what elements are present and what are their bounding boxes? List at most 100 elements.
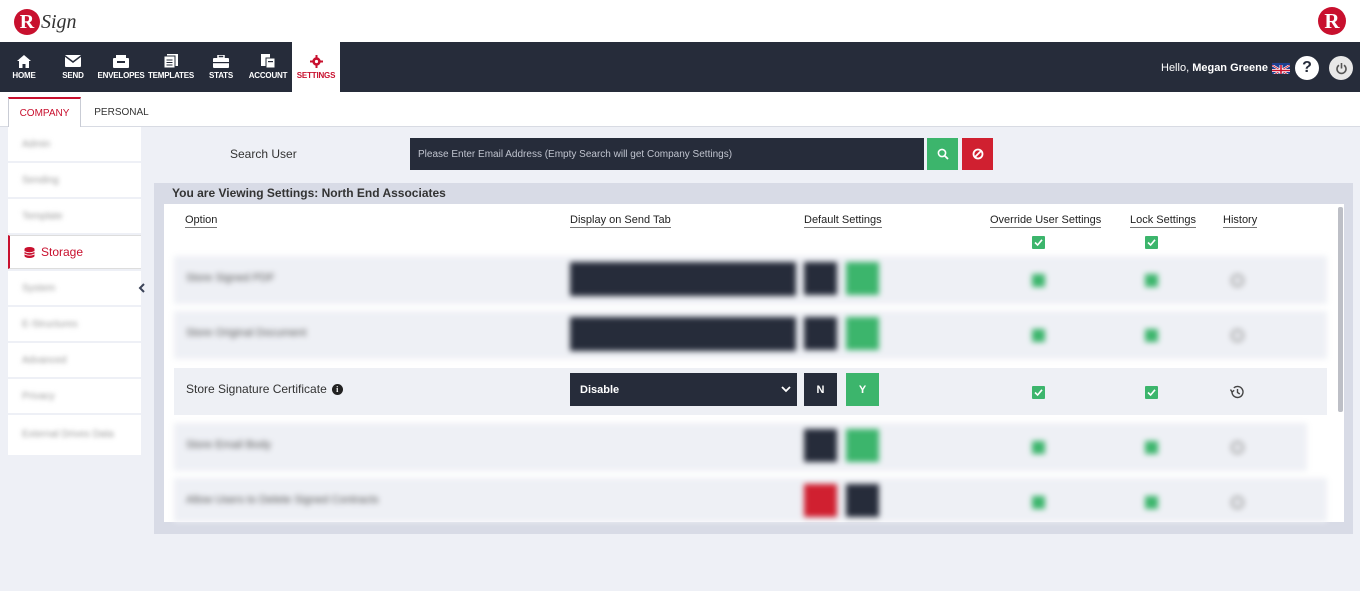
nav-stats-label: STATS [208, 71, 234, 80]
uk-flag-icon[interactable] [1272, 63, 1290, 74]
default-no-button[interactable] [804, 429, 837, 462]
override-all-checkbox[interactable] [1032, 236, 1045, 249]
nav-envelopes-label: ENVELOPES [97, 71, 145, 80]
default-yes-button[interactable] [846, 317, 879, 350]
sidebar-item-privacy[interactable]: Privacy [8, 379, 141, 413]
history-icon[interactable] [1229, 384, 1245, 405]
nav-stats[interactable]: STATS [206, 42, 236, 92]
nav-settings-label: SETTINGS [296, 71, 336, 80]
sidebar-item-label: External Drives Data [22, 429, 114, 440]
default-no-button[interactable] [804, 484, 837, 517]
override-checkbox[interactable] [1032, 441, 1045, 454]
nav-account[interactable]: ACCOUNT [247, 42, 289, 92]
rsign-logo[interactable]: R Sign [14, 6, 77, 38]
lock-checkbox[interactable] [1145, 496, 1158, 509]
company-logo: R [1318, 7, 1346, 35]
ban-icon [972, 148, 984, 160]
default-no-button[interactable]: N [804, 373, 837, 406]
settings-tabs: COMPANY PERSONAL [0, 92, 1360, 127]
column-default-settings: Default Settings [804, 214, 882, 228]
database-icon [24, 246, 35, 258]
option-label: Store Signature Certificate i [186, 382, 343, 396]
nav-envelopes[interactable]: ENVELOPES [97, 42, 145, 92]
lock-all-checkbox[interactable] [1145, 236, 1158, 249]
panel-title: You are Viewing Settings: North End Asso… [172, 186, 446, 200]
lock-checkbox[interactable] [1145, 329, 1158, 342]
table-row: Allow Users to Delete Signed Contracts [174, 478, 1327, 522]
sidebar-item-label: System [22, 282, 56, 294]
collapse-sidebar-icon[interactable] [138, 282, 146, 296]
nav-send[interactable]: SEND [58, 42, 88, 92]
default-yes-button[interactable] [846, 262, 879, 295]
sidebar-item-sending[interactable]: Sending [8, 163, 141, 197]
default-no-button[interactable] [804, 262, 837, 295]
lock-checkbox[interactable] [1145, 441, 1158, 454]
option-label: Store Signed PDF [186, 272, 275, 284]
display-dropdown[interactable] [570, 317, 796, 351]
display-dropdown[interactable] [570, 262, 796, 296]
override-checkbox[interactable] [1032, 329, 1045, 342]
display-on-send-tab-dropdown[interactable]: Disable [570, 373, 797, 406]
tab-company[interactable]: COMPANY [8, 97, 81, 127]
lock-checkbox[interactable] [1145, 274, 1158, 287]
main-navbar: HOME SEND ENVELOPES TEMPLATES STATS ACCO… [0, 42, 1360, 92]
sidebar-item-label: Storage [41, 245, 84, 259]
sidebar-item-external-drives[interactable]: External Drives Data [8, 415, 141, 455]
column-option: Option [185, 214, 218, 228]
clear-search-button[interactable] [962, 138, 993, 170]
table-row-store-signature-certificate: Store Signature Certificate i Disable N … [174, 368, 1327, 415]
search-email-input[interactable]: Please Enter Email Address (Empty Search… [410, 138, 924, 170]
sidebar-item-label: Sending [22, 174, 59, 186]
power-icon[interactable] [1329, 56, 1353, 80]
table-scrollbar[interactable] [1338, 207, 1343, 412]
nav-home[interactable]: HOME [8, 42, 40, 92]
sidebar-item-label: Advanced [22, 354, 67, 366]
search-user-label: Search User [230, 147, 297, 161]
override-user-settings-checkbox[interactable] [1032, 386, 1045, 399]
option-label: Store Original Document [186, 327, 307, 339]
dropdown-value: Disable [580, 383, 620, 396]
column-override-user-settings: Override User Settings [990, 214, 1102, 228]
search-button[interactable] [927, 138, 958, 170]
help-icon[interactable]: ? [1295, 56, 1319, 80]
nav-send-label: SEND [62, 71, 84, 80]
lock-settings-checkbox[interactable] [1145, 386, 1158, 399]
option-label-text: Store Signature Certificate [186, 382, 327, 396]
history-icon[interactable] [1231, 329, 1244, 342]
sidebar-item-storage[interactable]: Storage [8, 235, 141, 269]
default-yes-button[interactable]: Y [846, 373, 879, 406]
logo-bar: R Sign R [0, 0, 1360, 42]
history-icon[interactable] [1231, 441, 1244, 454]
nav-account-label: ACCOUNT [248, 71, 288, 80]
inbox-icon [113, 54, 129, 68]
option-label: Store Email Body [186, 439, 271, 451]
table-row: Store Signed PDF [174, 256, 1327, 304]
info-icon[interactable]: i [331, 383, 343, 395]
nav-templates[interactable]: TEMPLATES [147, 42, 195, 92]
sidebar-item-e-structures[interactable]: E-Structures [8, 307, 141, 341]
nav-settings[interactable]: SETTINGS [292, 42, 340, 92]
sidebar-item-admin[interactable]: Admin [8, 127, 141, 161]
override-checkbox[interactable] [1032, 274, 1045, 287]
default-yes-button[interactable] [846, 484, 879, 517]
documents-icon [163, 54, 179, 68]
envelope-icon [65, 54, 81, 68]
default-no-button[interactable] [804, 317, 837, 350]
override-checkbox[interactable] [1032, 496, 1045, 509]
logo-wordmark: Sign [41, 10, 77, 33]
tab-personal[interactable]: PERSONAL [85, 97, 158, 127]
sidebar-item-template[interactable]: Template [8, 199, 141, 233]
nav-templates-label: TEMPLATES [147, 71, 195, 80]
user-name[interactable]: Megan Greene [1192, 62, 1268, 74]
sidebar-item-label: Admin [22, 138, 51, 150]
chevron-down-icon [781, 384, 791, 396]
history-icon[interactable] [1231, 274, 1244, 287]
history-icon[interactable] [1231, 496, 1244, 509]
sidebar-item-system[interactable]: System [8, 271, 141, 305]
briefcase-icon [213, 54, 229, 68]
sidebar-item-advanced[interactable]: Advanced [8, 343, 141, 377]
column-history: History [1223, 214, 1258, 228]
logo-r-mark: R [14, 9, 40, 35]
default-yes-button[interactable] [846, 429, 879, 462]
column-display-on-send-tab: Display on Send Tab [570, 214, 671, 228]
